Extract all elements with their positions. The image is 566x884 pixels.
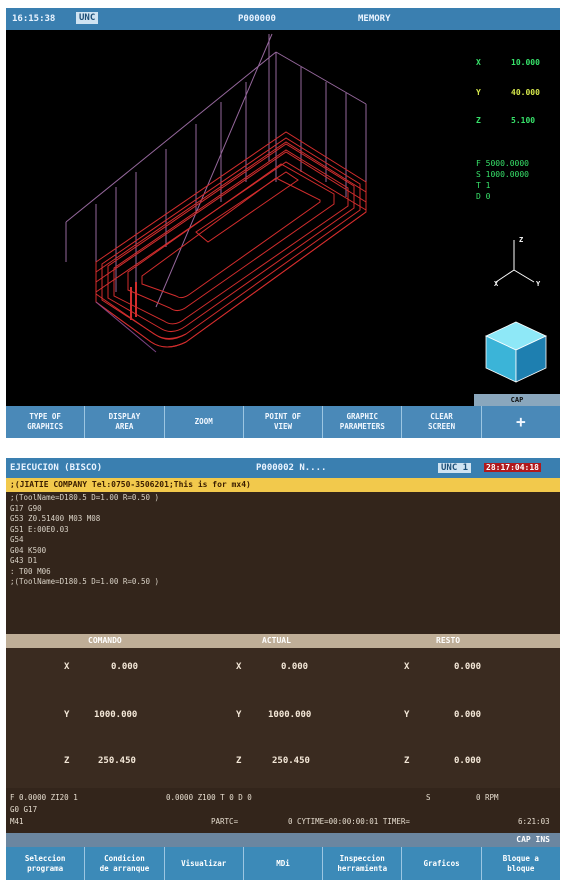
program-listing[interactable]: ;(ToolName=D180.5 D=1.00 R=0.50 ) G17 G9… <box>10 493 556 588</box>
resto-value-z: 0.000 <box>454 756 482 766</box>
current-block-line: ;(JIATIE COMPANY Tel:0750-3506201;This i… <box>6 478 560 492</box>
resto-value-x: 0.000 <box>454 662 482 672</box>
coord-y-value: 40.000 <box>511 88 540 97</box>
graphics-softkey-bar: TYPE OF GRAPHICS DISPLAY AREA ZOOM POINT… <box>6 406 560 438</box>
spindle-label: S <box>426 793 431 802</box>
softkey-zoom[interactable]: ZOOM <box>165 406 244 438</box>
triad-x-label: X <box>494 280 499 288</box>
softkey-graficos[interactable]: Graficos <box>402 847 482 880</box>
comando-axis-z: Z <box>64 756 70 766</box>
coord-z-value: 5.100 <box>511 116 536 125</box>
comando-axis-y: Y <box>64 710 70 720</box>
toolpath-graphic <box>65 33 367 353</box>
program-name: P000002 N.... <box>256 463 327 473</box>
softkey-graphic-parameters[interactable]: GRAPHIC PARAMETERS <box>323 406 403 438</box>
feed-status: F 0.0000 ZI20 1 <box>10 793 78 802</box>
bottom-title-bar: EJECUCION (BISCO) P000002 N.... UNC 1 28… <box>6 458 560 478</box>
triad-z-label: Z <box>519 236 524 244</box>
resto-axis-y: Y <box>404 710 410 720</box>
caps-indicator: CAP <box>474 394 560 406</box>
feed-info: F 5000.0000 S 1000.0000 T 1 D 0 <box>476 158 529 202</box>
softkey-condicion-arranque[interactable]: Condicion de arranque <box>85 847 165 880</box>
resto-value-y: 0.000 <box>454 710 482 720</box>
resto-axis-x: X <box>404 662 410 672</box>
message-area <box>6 394 474 406</box>
softkey-type-of-graphics[interactable]: TYPE OF GRAPHICS <box>6 406 86 438</box>
status-line-feed: F 0.0000 ZI20 1 0.0000 Z100 T 0 D 0 S 0 … <box>6 792 560 804</box>
top-title-bar: 16:15:38 UNC P000000 MEMORY <box>6 8 560 30</box>
softkey-clear-screen[interactable]: CLEAR SCREEN <box>402 406 482 438</box>
status-badge: UNC 1 <box>438 463 472 473</box>
caps-indicator: CAP INS <box>516 835 550 844</box>
header-resto: RESTO <box>436 636 461 645</box>
active-mcodes: M41 <box>10 817 24 826</box>
program-line: G43 D1 <box>10 556 38 565</box>
view-cube-icon[interactable] <box>480 314 552 386</box>
execution-softkey-bar: Seleccion programa Condicion de arranque… <box>6 847 560 880</box>
program-line: G53 Z0.51400 M03 M08 <box>10 514 101 523</box>
softkey-display-area[interactable]: DISPLAY AREA <box>85 406 165 438</box>
mode-label: EJECUCION (BISCO) <box>10 463 103 473</box>
softkey-mdi[interactable]: MDi <box>244 847 324 880</box>
caps-indicator-bar: CAP INS <box>6 833 560 847</box>
comando-axis-x: X <box>64 662 70 672</box>
position-column-header: COMANDO ACTUAL RESTO <box>6 634 560 648</box>
feed-line: F 5000.0000 <box>476 159 529 168</box>
program-line: : T00 M06 <box>10 566 51 576</box>
tool-status: 0.0000 Z100 T 0 D 0 <box>166 793 252 802</box>
clock-text: 16:15:38 <box>12 14 56 24</box>
position-table: X 0.000 X 0.000 X 0.000 Y 1000.000 Y 100… <box>6 648 560 788</box>
comando-value-z: 250.450 <box>98 756 136 766</box>
spindle-rpm: 0 RPM <box>476 793 499 802</box>
comando-value-y: 1000.000 <box>94 710 138 720</box>
header-comando: COMANDO <box>88 636 122 645</box>
coord-z-axis: Z <box>476 116 481 125</box>
softkey-seleccion-programa[interactable]: Seleccion programa <box>6 847 86 880</box>
mode-label: MEMORY <box>358 14 391 24</box>
triad-y-label: Y <box>536 280 541 288</box>
header-actual: ACTUAL <box>262 636 291 645</box>
actual-value-x: 0.000 <box>281 662 309 672</box>
status-line-timers: M41 PARTC= 0 CYTIME=00:00:00:01 TIMER= 6… <box>6 816 560 828</box>
program-line: G54 <box>10 535 24 544</box>
actual-axis-x: X <box>236 662 242 672</box>
program-line: G04 K500 <box>10 545 47 555</box>
actual-axis-y: Y <box>236 710 242 720</box>
actual-value-y: 1000.000 <box>268 710 312 720</box>
part-counter-label: PARTC= <box>211 817 239 826</box>
coord-y-axis: Y <box>476 88 481 97</box>
graphics-screen: 16:15:38 UNC P000000 MEMORY X 10.000 Y 4… <box>6 8 560 438</box>
softkey-bloque-a-bloque[interactable]: Bloque a bloque <box>482 847 560 880</box>
execution-screen: EJECUCION (BISCO) P000002 N.... UNC 1 28… <box>6 458 560 880</box>
softkey-point-of-view[interactable]: POINT OF VIEW <box>244 406 324 438</box>
program-line: G51 E:00E0.03 <box>10 524 69 534</box>
status-badge: UNC <box>76 12 99 24</box>
softkey-inspeccion-herramienta[interactable]: Inspeccion herramienta <box>323 847 403 880</box>
resto-axis-z: Z <box>404 756 410 766</box>
program-line: G17 G90 <box>10 503 42 513</box>
clock-text: 28:17:04:18 <box>484 463 541 472</box>
active-gcodes: G0 G17 <box>10 805 38 814</box>
timer-value: 6:21:03 <box>518 817 550 826</box>
tool-line: T 1 <box>476 181 491 190</box>
actual-axis-z: Z <box>236 756 242 766</box>
axis-triad-icon <box>495 240 535 283</box>
coord-x-value: 10.000 <box>511 58 540 67</box>
program-line: ;(ToolName=D180.5 D=1.00 R=0.50 ) <box>10 577 160 586</box>
status-line-gcodes: G0 G17 <box>6 804 560 816</box>
spindle-line: S 1000.0000 <box>476 170 529 179</box>
softkey-visualizar[interactable]: Visualizar <box>165 847 244 880</box>
program-line: ;(ToolName=D180.5 D=1.00 R=0.50 ) <box>10 493 160 502</box>
coord-x-axis: X <box>476 58 481 67</box>
program-name: P000000 <box>238 14 276 24</box>
softkey-more[interactable]: + <box>482 406 560 438</box>
cycle-time: 0 CYTIME=00:00:00:01 TIMER= <box>288 817 410 826</box>
offset-line: D 0 <box>476 192 491 201</box>
comando-value-x: 0.000 <box>111 662 139 672</box>
actual-value-z: 250.450 <box>272 756 310 766</box>
